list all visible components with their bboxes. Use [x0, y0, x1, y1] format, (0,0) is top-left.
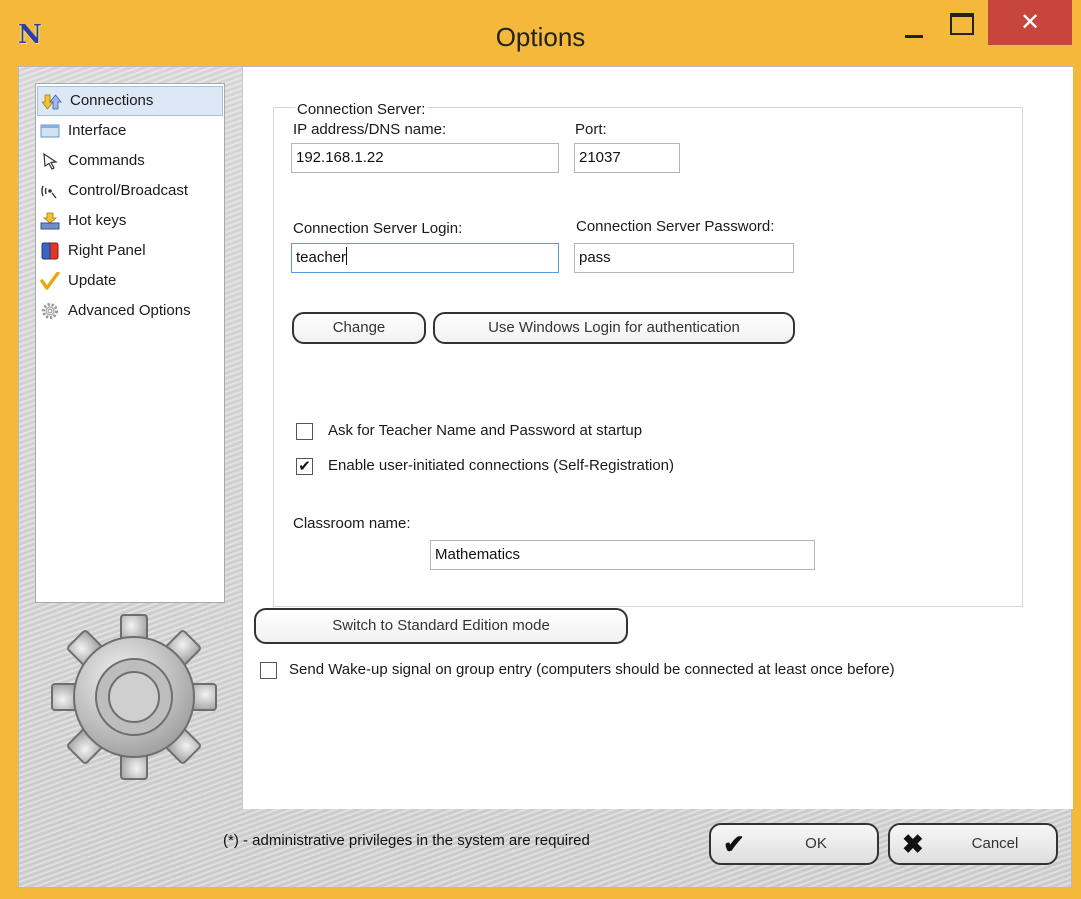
wakeup-signal-label: Send Wake-up signal on group entry (comp… [289, 661, 895, 678]
nav-label-commands: Commands [68, 152, 145, 169]
switch-standard-edition-button[interactable]: Switch to Standard Edition mode [254, 608, 628, 644]
cross-icon: ✖ [902, 829, 924, 859]
broadcast-icon [40, 182, 60, 200]
use-windows-login-button[interactable]: Use Windows Login for authentication [433, 312, 795, 344]
nav-item-advanced-options[interactable]: Advanced Options [36, 296, 224, 326]
nav-item-interface[interactable]: Interface [36, 116, 224, 146]
keyboard-icon [40, 212, 60, 230]
login-label: Connection Server Login: [293, 220, 463, 237]
ip-address-field[interactable]: 192.168.1.22 [291, 143, 559, 173]
nav-label-interface: Interface [68, 122, 127, 139]
nav-item-control-broadcast[interactable]: Control/Broadcast [36, 176, 224, 206]
panel-icon [40, 242, 60, 260]
nav-label-update: Update [68, 272, 117, 289]
nav-item-commands[interactable]: Commands [36, 146, 224, 176]
title-bar[interactable]: N Options ✕ [0, 0, 1081, 66]
login-value: teacher [296, 249, 347, 266]
self-registration-label: Enable user-initiated connections (Self-… [328, 457, 675, 474]
nav-label-advanced-options: Advanced Options [68, 302, 191, 319]
close-button[interactable]: ✕ [988, 0, 1072, 45]
classroom-name-field[interactable]: Mathematics [430, 540, 815, 570]
nav-item-right-panel[interactable]: Right Panel [36, 236, 224, 266]
nav-label-control-broadcast: Control/Broadcast [68, 182, 189, 199]
nav-item-update[interactable]: Update [36, 266, 224, 296]
minimize-button[interactable] [895, 8, 935, 44]
gear-icon [40, 302, 60, 320]
connection-server-group-label: Connection Server: [295, 101, 428, 118]
cursor-icon [40, 152, 60, 170]
nav-item-connections[interactable]: Connections [37, 86, 223, 116]
change-button[interactable]: Change [292, 312, 426, 344]
connection-server-group [273, 107, 1023, 607]
nav-label-connections: Connections [70, 92, 154, 109]
cancel-button[interactable]: ✖ Cancel [888, 823, 1058, 865]
decorative-gear-icon [49, 612, 219, 782]
ok-label: OK [805, 835, 827, 852]
port-label: Port: [575, 121, 607, 138]
wakeup-signal-checkbox[interactable] [260, 662, 277, 679]
client-area: Connections Interface Commands Control/B… [18, 66, 1073, 888]
ask-credentials-label: Ask for Teacher Name and Password at sta… [328, 422, 643, 439]
ask-credentials-checkbox[interactable] [296, 423, 313, 440]
login-field[interactable]: teacher [291, 243, 559, 273]
classroom-name-label: Classroom name: [293, 515, 411, 532]
checkmark-icon: ✔ [723, 829, 745, 859]
nav-label-right-panel: Right Panel [68, 242, 146, 259]
cancel-label: Cancel [971, 835, 1019, 852]
password-label: Connection Server Password: [576, 218, 775, 235]
self-registration-checkbox[interactable]: ✔ [296, 458, 313, 475]
password-field[interactable]: pass [574, 243, 794, 273]
ip-address-label: IP address/DNS name: [293, 121, 447, 138]
ok-button[interactable]: ✔ OK [709, 823, 879, 865]
connections-icon [41, 93, 62, 111]
maximize-button[interactable] [940, 8, 980, 44]
options-nav-list: Connections Interface Commands Control/B… [35, 83, 225, 603]
nav-label-hot-keys: Hot keys [68, 212, 127, 229]
options-window: N Options ✕ Connections Interface Comman… [0, 0, 1081, 899]
checkmark-icon [40, 271, 60, 290]
admin-privileges-note: (*) - administrative privileges in the s… [223, 832, 590, 849]
interface-icon [40, 122, 60, 140]
nav-item-hot-keys[interactable]: Hot keys [36, 206, 224, 236]
port-field[interactable]: 21037 [574, 143, 680, 173]
options-content-panel: Connection Server: IP address/DNS name: … [242, 67, 1073, 809]
text-cursor [346, 247, 348, 265]
